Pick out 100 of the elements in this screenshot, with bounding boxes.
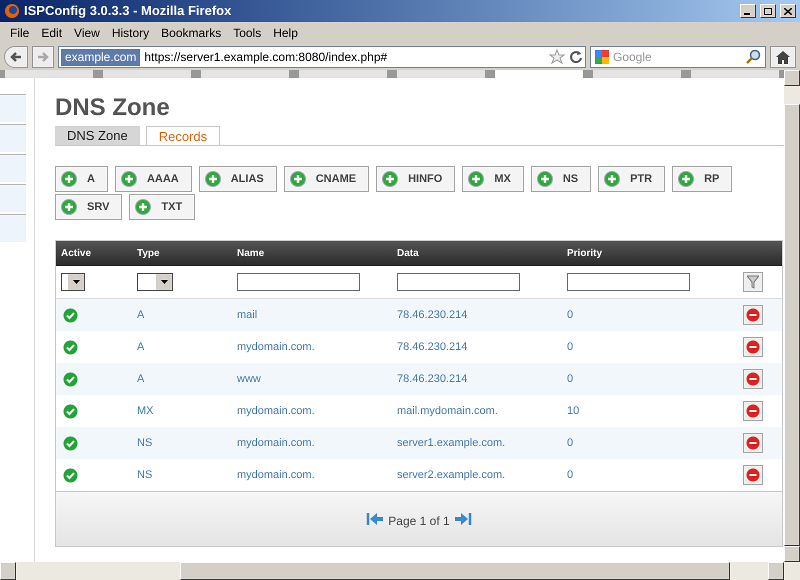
filter-dropdown[interactable] [137,273,173,291]
menu-item[interactable]: Help [267,24,304,42]
menu-item[interactable]: Bookmarks [155,24,228,42]
funnel-icon [747,275,759,289]
add-icon [61,199,77,215]
search-input[interactable]: Google [613,48,741,66]
table-cell-text: 0 [567,468,574,483]
menu-item[interactable]: History [106,24,156,42]
search-field[interactable]: Google [590,46,766,68]
delete-icon [746,404,760,418]
table-cell-text: mydomain.com. [237,468,316,483]
table-cell-text: mail [237,308,258,323]
delete-button[interactable] [743,337,763,357]
add-icon [61,171,77,187]
table-cell-text: 10 [567,404,580,419]
table-cell-text: A [137,340,146,355]
reload-icon[interactable] [569,50,583,64]
add-record-button[interactable]: CNAME [284,166,370,192]
menu-item[interactable]: Tools [227,24,268,42]
table-cell-text: mydomain.com. [237,340,316,355]
filter-dropdown[interactable] [61,273,85,291]
table-row[interactable]: A mail 78.46.230.214 0 [56,299,782,331]
first-page-icon[interactable] [366,512,384,526]
dropdown-arrow-icon [160,280,168,284]
table-row[interactable]: NS mydomain.com. server1.example.com. 0 [56,427,782,459]
add-icon [536,171,553,187]
add-record-button[interactable]: AAAA [114,166,192,192]
browser-logo-icon [4,3,20,19]
table-cell-text: NS [137,436,154,451]
back-button[interactable] [4,46,28,68]
table-cell-text: 0 [567,436,574,451]
delete-icon [746,372,760,386]
forward-arrow-icon [37,51,49,63]
table-cell-text: mydomain.com. [237,404,316,419]
delete-button[interactable] [743,369,763,389]
table-cell-text: 0 [567,340,574,355]
last-page-icon[interactable] [454,512,472,526]
add-icon [135,199,152,215]
maximize-icon [764,8,772,14]
table-cell-text: 78.46.230.214 [397,308,468,323]
add-record-button[interactable]: A [55,166,108,192]
delete-icon [746,308,760,322]
table-cell-text: mail.mydomain.com. [397,404,499,419]
delete-button[interactable] [743,401,763,421]
column-header: Type [137,247,161,261]
close-icon [784,8,792,14]
table-cell-text: server2.example.com. [397,468,506,483]
back-arrow-icon [10,51,22,63]
add-icon [468,171,484,187]
maximize-button[interactable] [760,4,776,18]
filter-field[interactable] [397,273,520,291]
add-icon [290,171,306,187]
search-icon[interactable] [745,49,761,65]
delete-icon [746,340,760,354]
page-title: DNS Zone [55,94,171,122]
filter-field[interactable] [567,273,690,291]
vertical-scrollbar[interactable] [784,70,800,562]
menu-item[interactable]: View [68,24,106,42]
add-record-button[interactable]: ALIAS [198,166,277,192]
add-record-button[interactable]: PTR [598,166,666,192]
delete-button[interactable] [743,465,763,485]
url-field[interactable]: example.com https://server1.example.com:8080/index.php# [58,46,586,68]
horizontal-scrollbar[interactable] [0,562,800,580]
minimize-button[interactable] [740,4,756,18]
column-header: Data [397,247,420,261]
add-icon [678,171,694,187]
add-record-button[interactable]: TXT [129,194,196,220]
table-cell-text: mydomain.com. [237,436,316,451]
column-header: Active [61,247,92,261]
add-record-button[interactable]: NS [530,166,592,192]
add-record-button[interactable]: MX [462,166,524,192]
site-identity-badge[interactable]: example.com [61,48,140,66]
table-cell-text: A [137,308,146,323]
add-icon [604,171,620,187]
dropdown-arrow-icon [72,280,80,284]
column-header: Priority [567,247,604,261]
add-record-button[interactable]: RP [672,166,732,192]
table-cell-text: 78.46.230.214 [397,372,468,387]
menu-item[interactable]: Edit [35,24,68,42]
tab[interactable]: DNS Zone [55,126,140,145]
table-row[interactable]: A www 78.46.230.214 0 [56,363,782,395]
table-cell-text: 0 [567,308,574,323]
table-cell-text: 0 [567,372,574,387]
filter-field[interactable] [237,273,360,291]
table-cell-text: MX [137,404,154,419]
add-record-button[interactable]: HINFO [376,166,456,192]
close-button[interactable] [780,4,796,18]
star-icon[interactable] [549,49,565,65]
delete-button[interactable] [743,433,763,453]
filter-button[interactable] [743,272,763,292]
delete-button[interactable] [743,305,763,325]
window-title: ISPConfig 3.0.3.3 - Mozilla Firefox [24,2,232,20]
add-icon [382,171,398,187]
search-engine-icon [595,50,609,64]
url-text: https://server1.example.com:8080/index.php# [144,49,388,66]
menu-item[interactable]: File [4,24,36,42]
home-button[interactable] [770,46,796,68]
home-icon [776,50,790,64]
delete-icon [746,468,760,482]
add-record-button[interactable]: SRV [55,194,122,220]
